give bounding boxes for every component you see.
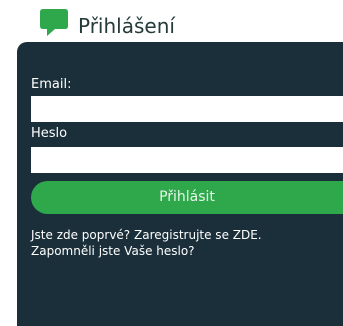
password-field[interactable] (31, 147, 343, 173)
login-button[interactable]: Přihlásit (31, 181, 343, 214)
password-label: Heslo (31, 126, 68, 141)
email-label: Email: (31, 77, 72, 92)
first-time-text: Jste zde poprvé? (31, 228, 131, 242)
speech-bubble-icon (40, 9, 68, 36)
forgot-password-link[interactable]: Zapomněli jste Vaše heslo? (31, 244, 195, 258)
login-header: Přihlášení (0, 0, 343, 42)
page-title: Přihlášení (78, 14, 175, 38)
email-field[interactable] (31, 96, 343, 122)
login-widget: Přihlášení Email: Heslo Přihlásit Jste z… (0, 0, 343, 326)
register-link[interactable]: Zaregistrujte se ZDE. (134, 228, 262, 242)
forgot-password-hint: Zapomněli jste Vaše heslo? (31, 244, 195, 258)
registration-hint: Jste zde poprvé? Zaregistrujte se ZDE. (31, 228, 262, 242)
